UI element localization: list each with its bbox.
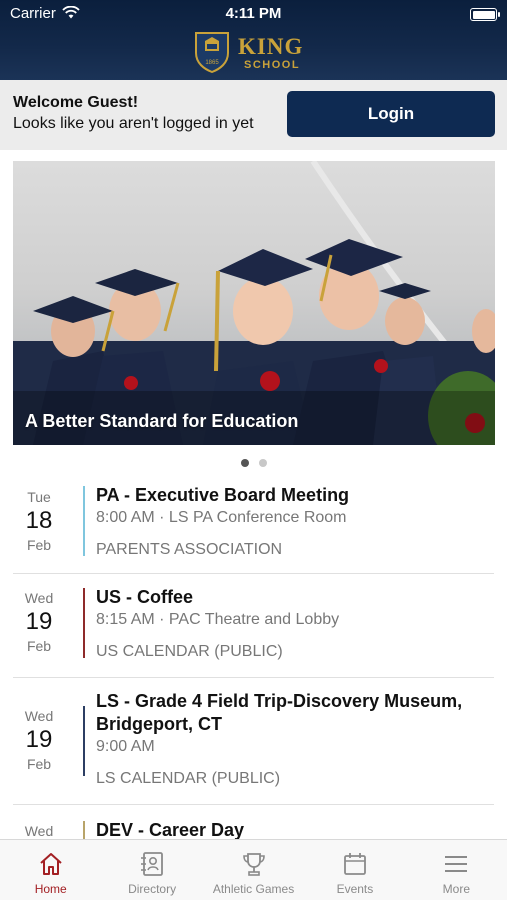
- directory-icon: [141, 852, 164, 876]
- event-calendar-color-bar: [83, 821, 85, 839]
- home-icon: [40, 853, 62, 875]
- tab-label: Athletic Games: [212, 882, 295, 896]
- event-calendar: LS CALENDAR (PUBLIC): [96, 770, 281, 787]
- carousel-dot-2[interactable]: [258, 459, 267, 467]
- event-item[interactable]: Tue 18 Feb PA - Executive Board Meeting …: [13, 476, 494, 574]
- event-weekday: Wed: [24, 708, 54, 724]
- welcome-banner: Welcome Guest! Looks like you aren't log…: [0, 80, 507, 150]
- hero-caption: A Better Standard for Education: [25, 411, 299, 431]
- tab-directory[interactable]: Directory: [101, 840, 202, 900]
- event-calendar-color-bar: [83, 588, 85, 658]
- event-weekday: Tue: [27, 489, 51, 505]
- crest-icon: 1865: [195, 32, 229, 73]
- logo-king-text: KING: [238, 34, 304, 59]
- events-list: Tue 18 Feb PA - Executive Board Meeting …: [0, 476, 507, 839]
- tab-home[interactable]: Home: [0, 840, 101, 900]
- login-button[interactable]: Login: [287, 91, 495, 137]
- welcome-subtext: Looks like you aren't logged in yet: [13, 115, 254, 132]
- battery-icon: [470, 8, 500, 21]
- tab-athletic-games[interactable]: Athletic Games: [203, 840, 304, 900]
- event-day: 19: [25, 726, 53, 753]
- event-date: Wed 19 Feb: [13, 708, 65, 772]
- event-detail: 8:15 AM · PAC Theatre and Lobby: [96, 611, 340, 628]
- event-calendar: PARENTS ASSOCIATION: [96, 541, 283, 558]
- event-title: US - Coffee: [96, 587, 194, 607]
- event-title: LS - Grade 4 Field Trip-Discovery Museum…: [96, 691, 463, 734]
- bottom-tab-bar: Home Directory Athletic Games Events Mor…: [0, 839, 507, 900]
- event-title: PA - Executive Board Meeting: [96, 485, 350, 505]
- tab-label: More: [442, 882, 470, 896]
- event-calendar-color-bar: [83, 486, 85, 556]
- event-title: DEV - Career Day: [96, 820, 245, 839]
- event-item[interactable]: Wed 19 Feb LS - Grade 4 Field Trip-Disco…: [13, 678, 494, 805]
- event-detail: 9:00 AM: [96, 738, 155, 755]
- welcome-greeting: Welcome Guest!: [13, 94, 139, 111]
- event-weekday: Wed: [24, 590, 54, 606]
- tab-events[interactable]: Events: [304, 840, 405, 900]
- carousel-indicator[interactable]: [0, 459, 507, 467]
- event-date: Wed: [13, 823, 65, 839]
- event-date: Tue 18 Feb: [13, 489, 65, 553]
- carousel-dot-1[interactable]: [240, 459, 249, 467]
- trophy-icon: [242, 853, 265, 876]
- event-calendar-color-bar: [83, 706, 85, 776]
- status-time: 4:11 PM: [225, 5, 282, 22]
- tab-label: Directory: [128, 882, 177, 896]
- event-day: 19: [25, 608, 53, 635]
- app-header: Carrier 4:11 PM 1865 KING SCHOOL: [0, 0, 507, 80]
- event-month: Feb: [26, 638, 52, 654]
- tab-more[interactable]: More: [406, 840, 507, 900]
- hero-carousel[interactable]: A Better Standard for Education: [13, 161, 495, 445]
- calendar-icon: [344, 853, 366, 875]
- svg-text:1865: 1865: [205, 60, 219, 66]
- logo-school-text: SCHOOL: [244, 59, 301, 71]
- event-calendar: US CALENDAR (PUBLIC): [96, 643, 283, 660]
- menu-icon: [445, 856, 468, 872]
- event-detail: 8:00 AM · LS PA Conference Room: [96, 509, 347, 526]
- status-bar: Carrier 4:11 PM: [0, 5, 507, 25]
- tab-label: Home: [34, 882, 67, 896]
- event-month: Feb: [26, 756, 52, 772]
- event-month: Feb: [26, 537, 52, 553]
- graduates-photo: [13, 161, 495, 445]
- event-date: Wed 19 Feb: [13, 590, 65, 654]
- event-item[interactable]: Wed 19 Feb US - Coffee 8:15 AM · PAC The…: [13, 574, 494, 678]
- tab-label: Events: [336, 882, 374, 896]
- event-day: 18: [25, 507, 53, 534]
- event-item[interactable]: Wed DEV - Career Day: [13, 805, 494, 839]
- event-weekday: Wed: [24, 823, 54, 839]
